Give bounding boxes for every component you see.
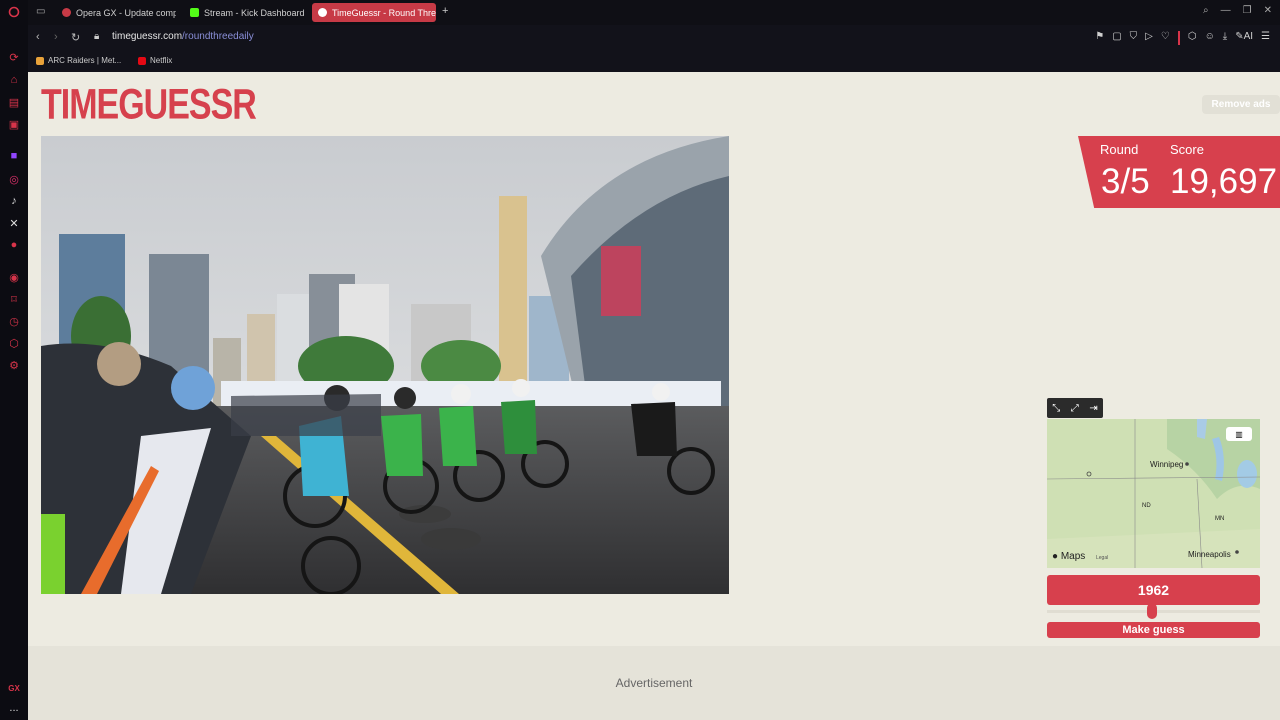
timeguessr-page: TIMEGUESSR Remove ads Round Score 3/5 19… <box>28 72 1280 646</box>
url-domain: timeguessr.com <box>112 31 183 42</box>
guess-map[interactable]: Winnipeg ND MN Minneapolis ● Maps Legal … <box>1047 419 1260 568</box>
speed-dial-icon[interactable]: ⟳ <box>6 49 22 65</box>
music-icon[interactable]: ● <box>6 237 22 253</box>
toolbar-icons: ⚑ ▢ ⛉ ▷ ♡ ⬡ ☺ ⤓ ✎AI ☰ <box>1095 31 1270 45</box>
extensions-icon[interactable]: ⬡ <box>1188 31 1197 45</box>
round-label: Round <box>1100 142 1139 157</box>
apple-logo-icon: ● <box>1052 551 1059 562</box>
maps-attribution: Maps <box>1060 551 1086 562</box>
score-label: Score <box>1170 142 1204 157</box>
round-value: 3/5 <box>1101 162 1150 201</box>
back-icon[interactable]: ‹ <box>36 31 40 43</box>
tab-timeguessr[interactable]: TimeGuessr - Round Thre <box>312 3 436 22</box>
instagram-icon[interactable]: ◎ <box>6 171 22 187</box>
gx-label[interactable]: GX <box>6 680 22 696</box>
profile-icon[interactable]: ☺ <box>1205 31 1215 45</box>
kick-favicon-icon <box>190 8 199 17</box>
url-field[interactable]: timeguessr.com/roundthreedaily <box>112 31 254 42</box>
shield-icon[interactable]: ⛉ <box>1130 31 1138 45</box>
tab-label: TimeGuessr - Round Thre <box>332 7 436 18</box>
year-display: 1962 <box>1047 575 1260 605</box>
timeguessr-favicon-icon <box>318 8 327 17</box>
close-icon[interactable]: ✕ <box>1264 5 1272 16</box>
map-type-icon: ▥ <box>1235 429 1243 439</box>
snapshot-icon[interactable]: ▢ <box>1112 31 1121 45</box>
history-icon[interactable]: ◷ <box>6 313 22 329</box>
score-value: 19,697 <box>1170 162 1278 201</box>
bookmark-netflix[interactable]: Netflix <box>138 56 172 65</box>
round-score-card: Round Score 3/5 19,697 <box>1078 136 1280 208</box>
make-guess-button[interactable]: Make guess <box>1047 622 1260 638</box>
netflix-favicon-icon <box>138 56 146 65</box>
remove-ads-button[interactable]: Remove ads <box>1202 95 1280 114</box>
advertisement-label: Advertisement <box>615 676 693 690</box>
arc-raiders-favicon-icon <box>36 56 44 65</box>
more-icon[interactable]: ... <box>6 700 22 716</box>
opera-gx-sidebar: ⟳ ⌂ ▤ ▣ ■ ◎ ♪ ✕ ● ◉ ⌑ ◷ ⬡ ⚙ GX ... <box>0 0 28 720</box>
settings-icon[interactable]: ⚙ <box>6 357 22 373</box>
minimize-icon[interactable]: — <box>1221 5 1231 16</box>
pinboard-icon[interactable]: ⌑ <box>6 291 22 307</box>
map-label-mn: MN <box>1215 516 1225 522</box>
messenger-icon[interactable]: ▤ <box>6 94 22 110</box>
year-slider-thumb[interactable] <box>1147 603 1157 619</box>
gx-corner-icon[interactable]: ⌂ <box>6 72 22 88</box>
play-icon[interactable]: ▷ <box>1145 31 1153 45</box>
bookmark-icon[interactable]: ⚑ <box>1095 31 1104 45</box>
extensions-icon[interactable]: ⬡ <box>6 335 22 351</box>
tab-strip: ▭ Opera GX - Update compl Stream - Kick … <box>28 0 1280 25</box>
new-tab-button[interactable]: + <box>442 5 448 17</box>
timeguessr-logo[interactable]: TIMEGUESSR <box>41 81 257 130</box>
heart-icon[interactable]: ♡ <box>1161 31 1170 45</box>
opera-favicon-icon <box>62 8 71 17</box>
workspaces-icon[interactable]: ▭ <box>36 6 45 17</box>
apple-maps-logo: ● Maps <box>1052 551 1085 562</box>
tab-label: Opera GX - Update compl <box>76 7 176 18</box>
bookmark-label: ARC Raiders | Met... <box>48 56 122 65</box>
map-label-minneapolis: Minneapolis <box>1188 550 1231 559</box>
shrink-map-icon[interactable]: ⤢ <box>1071 403 1079 414</box>
tab-label: Stream - Kick Dashboard <box>204 7 305 18</box>
twitch-icon[interactable]: ■ <box>6 148 22 164</box>
reload-icon[interactable]: ↻ <box>71 31 80 44</box>
tab-kick-dashboard[interactable]: Stream - Kick Dashboard <box>184 3 308 22</box>
bookmarks-bar: ARC Raiders | Met... Netflix <box>28 51 1280 72</box>
window-controls: ⌕ — ❐ ✕ <box>1203 5 1272 16</box>
download-icon[interactable]: ⤓ <box>1223 31 1227 45</box>
tab-opera-update[interactable]: Opera GX - Update compl <box>56 3 176 22</box>
address-bar-row: ‹ › ↻ 🔒︎ timeguessr.com/roundthreedaily … <box>28 25 1280 51</box>
x-icon[interactable]: ✕ <box>6 215 22 231</box>
gx-control-icon[interactable]: ▣ <box>6 116 22 132</box>
map-controls: ⤡ ⤢ ⇥ <box>1047 398 1103 418</box>
bookmark-arc-raiders[interactable]: ARC Raiders | Met... <box>36 56 121 65</box>
lock-icon: 🔒︎ <box>94 31 100 42</box>
ai-icon[interactable]: ✎AI <box>1235 31 1253 45</box>
advertisement-bar: Advertisement <box>28 646 1280 720</box>
map-label-winnipeg: Winnipeg <box>1150 460 1184 469</box>
map-label-nd: ND <box>1142 503 1151 509</box>
map-type-button[interactable]: ▥ <box>1226 427 1252 441</box>
pin-map-icon[interactable]: ⇥ <box>1089 403 1097 414</box>
round-photo[interactable] <box>41 136 729 594</box>
expand-map-icon[interactable]: ⤡ <box>1052 403 1060 414</box>
menu-icon[interactable]: ☰ <box>1261 31 1270 45</box>
forward-icon[interactable]: › <box>54 31 58 43</box>
bookmark-label: Netflix <box>150 56 173 65</box>
toolbar-separator <box>1177 31 1180 45</box>
maps-legal-link[interactable]: Legal <box>1096 555 1108 561</box>
search-tabs-icon[interactable]: ⌕ <box>1203 5 1209 16</box>
url-path: /roundthreedaily <box>182 31 254 42</box>
opera-logo-icon[interactable] <box>6 4 22 20</box>
player-icon[interactable]: ◉ <box>6 269 22 285</box>
maximize-icon[interactable]: ❐ <box>1243 5 1252 16</box>
tiktok-icon[interactable]: ♪ <box>6 193 22 209</box>
